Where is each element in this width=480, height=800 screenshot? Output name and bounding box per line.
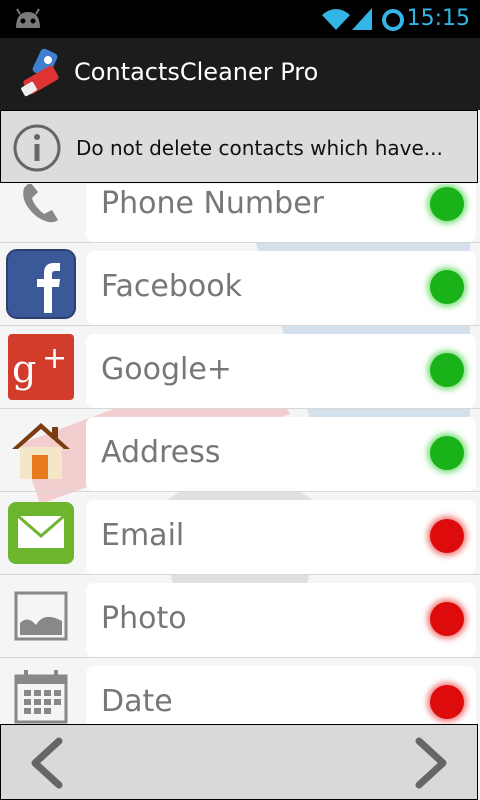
info-icon — [13, 124, 61, 172]
status-indicator[interactable] — [430, 685, 464, 719]
criterion-card[interactable]: Photo — [86, 583, 476, 657]
criterion-label: Facebook — [101, 269, 242, 304]
wifi-icon — [322, 9, 350, 30]
status-indicator[interactable] — [430, 602, 464, 636]
house-icon — [12, 423, 70, 479]
app-title: ContactsCleaner Pro — [74, 58, 319, 86]
criterion-label: Photo — [101, 601, 187, 636]
list-item-address[interactable]: Address — [0, 409, 480, 492]
android-icon — [16, 8, 40, 28]
criterion-card[interactable]: Phone Number — [86, 184, 476, 242]
criterion-card[interactable]: Facebook — [86, 251, 476, 325]
info-text: Do not delete contacts which have... — [76, 136, 443, 160]
criterion-label: Date — [101, 684, 173, 719]
status-indicator[interactable] — [430, 436, 464, 470]
criterion-card[interactable]: Date — [86, 666, 476, 724]
bottom-nav-bar — [0, 724, 478, 800]
status-indicator[interactable] — [430, 519, 464, 553]
calendar-icon — [14, 670, 68, 724]
criterion-card[interactable]: Google+ — [86, 334, 476, 408]
picture-icon — [14, 591, 68, 641]
chevron-left-icon[interactable] — [21, 735, 77, 791]
criterion-label: Email — [101, 518, 185, 553]
svg-text:+: + — [42, 341, 67, 376]
chevron-right-icon[interactable] — [401, 735, 457, 791]
list-item-date[interactable]: Date — [0, 658, 480, 724]
criterion-label: Address — [101, 435, 221, 470]
envelope-icon — [8, 502, 74, 564]
facebook-icon — [6, 249, 76, 319]
list-item-google-plus[interactable]: g + Google+ — [0, 326, 480, 409]
criterion-label: Google+ — [101, 352, 232, 387]
criterion-card[interactable]: Address — [86, 417, 476, 491]
phone-icon — [23, 184, 58, 223]
google-plus-icon: g + — [8, 334, 74, 400]
criteria-list[interactable]: Phone Number Facebook g + Google+ Addres… — [0, 184, 480, 724]
status-bar: 15:15 — [0, 0, 480, 38]
action-bar: ContactsCleaner Pro — [0, 38, 480, 110]
criterion-label: Phone Number — [101, 186, 324, 221]
list-item-phone-number[interactable]: Phone Number — [0, 184, 480, 243]
sync-icon — [382, 9, 404, 31]
svg-text:g: g — [12, 347, 36, 391]
status-indicator[interactable] — [430, 353, 464, 387]
info-banner[interactable]: Do not delete contacts which have... — [0, 110, 478, 183]
status-indicator[interactable] — [430, 270, 464, 304]
list-item-email[interactable]: Email — [0, 492, 480, 575]
signal-icon — [352, 8, 372, 30]
list-item-photo[interactable]: Photo — [0, 575, 480, 658]
criterion-card[interactable]: Email — [86, 500, 476, 574]
eraser-icon[interactable] — [18, 46, 70, 102]
clock: 15:15 — [406, 6, 470, 31]
list-item-facebook[interactable]: Facebook — [0, 243, 480, 326]
status-indicator[interactable] — [430, 187, 464, 221]
